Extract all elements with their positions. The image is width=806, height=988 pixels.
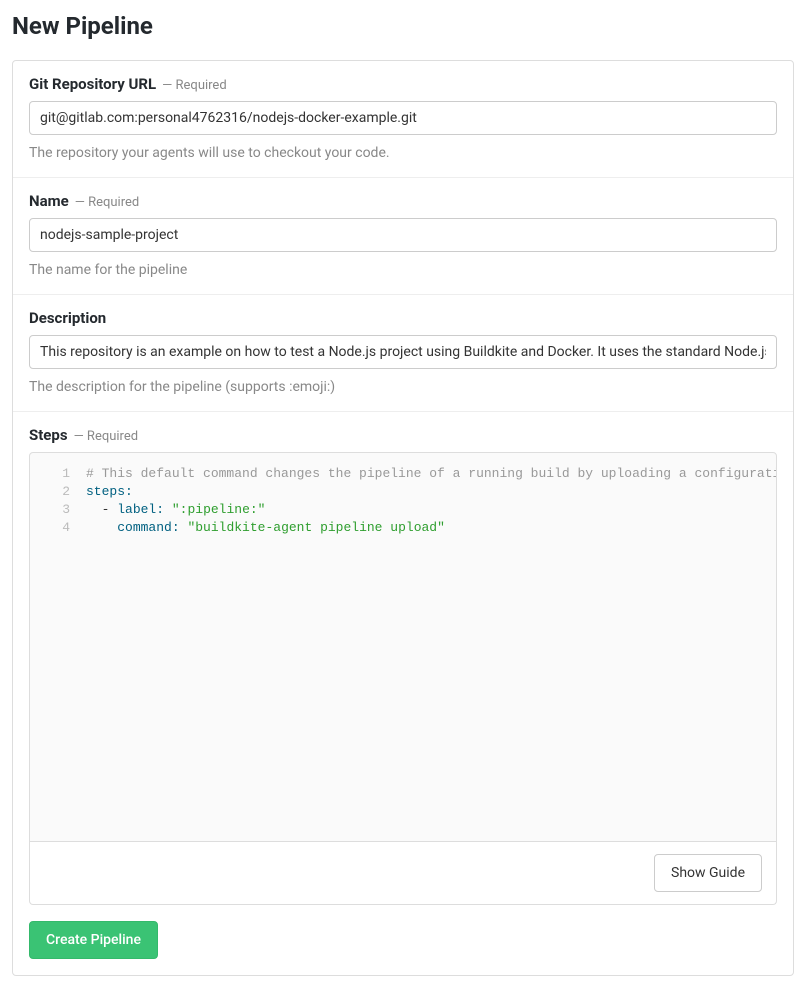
name-label: Name (29, 192, 69, 210)
name-section: Name — Required The name for the pipelin… (13, 178, 793, 295)
steps-code[interactable]: # This default command changes the pipel… (78, 453, 777, 841)
page-title: New Pipeline (12, 12, 794, 40)
git-url-label: Git Repository URL (29, 75, 156, 93)
steps-label: Steps (29, 426, 68, 444)
git-url-help: The repository your agents will use to c… (29, 145, 777, 161)
steps-gutter: 1234 (30, 453, 78, 841)
name-required: — Required (75, 195, 140, 210)
name-input[interactable] (29, 218, 777, 252)
description-help: The description for the pipeline (suppor… (29, 379, 777, 395)
description-section: Description The description for the pipe… (13, 295, 793, 412)
steps-section: Steps — Required 1234 # This default com… (13, 412, 793, 975)
description-label: Description (29, 309, 106, 327)
git-url-section: Git Repository URL — Required The reposi… (13, 61, 793, 178)
steps-bottom-bar: Show Guide (29, 842, 777, 905)
steps-editor[interactable]: 1234 # This default command changes the … (29, 452, 777, 842)
git-url-input[interactable] (29, 101, 777, 135)
show-guide-button[interactable]: Show Guide (654, 854, 762, 892)
name-help: The name for the pipeline (29, 262, 777, 278)
pipeline-form: Git Repository URL — Required The reposi… (12, 60, 794, 976)
steps-required: — Required (74, 429, 139, 444)
git-url-required: — Required (162, 78, 227, 93)
create-pipeline-button[interactable]: Create Pipeline (29, 921, 158, 959)
description-input[interactable] (29, 335, 777, 369)
